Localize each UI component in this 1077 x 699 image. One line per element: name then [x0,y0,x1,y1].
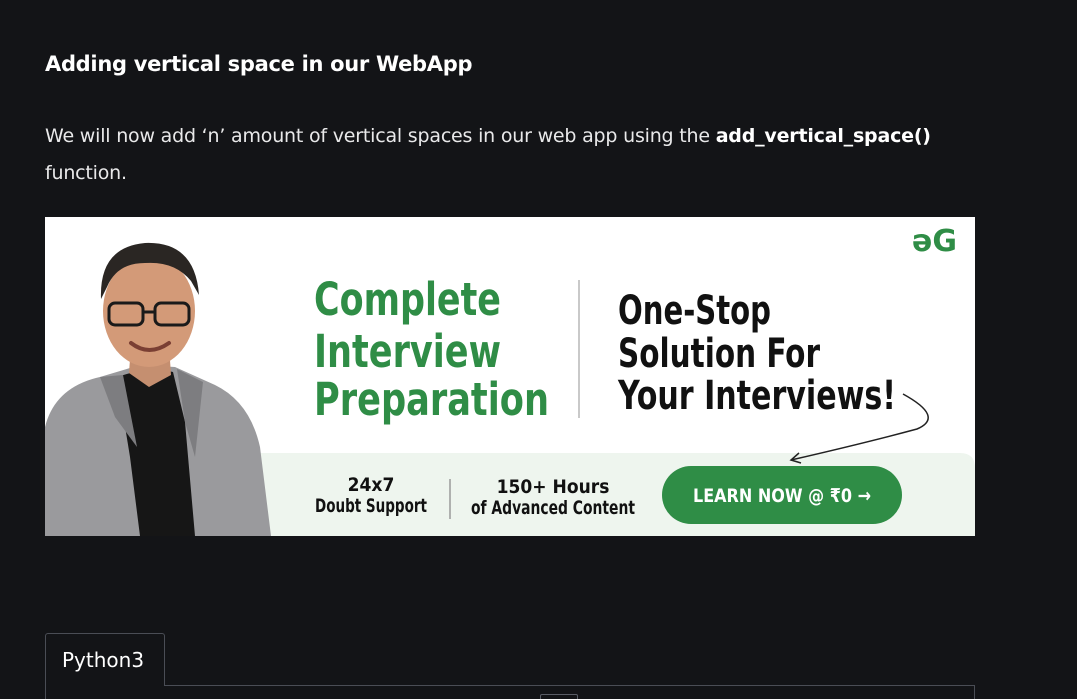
banner-tagline-line-1: One-Stop [618,288,771,334]
gfg-logo: əG [912,224,957,259]
banner-title-line-2: Interview [314,325,501,378]
feature-doubt-support-line-2: Doubt Support [315,495,427,517]
paragraph-text-after: function. [45,162,127,184]
paragraph-text-before: We will now add ‘n’ amount of vertical s… [45,125,716,147]
feature-hours-line-1: 150+ Hours [497,476,610,498]
course-ad-banner[interactable]: əG Complete Interview Preparation One-St… [45,217,975,536]
learn-now-button-label: LEARN NOW @ ₹0 → [693,485,871,507]
banner-tagline-line-3: Your Interviews! [617,373,896,419]
section-heading: Adding vertical space in our WebApp [45,52,473,76]
feature-doubt-support-line-1: 24x7 [348,474,395,496]
learn-now-button[interactable]: LEARN NOW @ ₹0 → [662,466,902,524]
inline-code-function: add_vertical_space() [715,125,931,147]
feature-hours-line-2: of Advanced Content [471,497,635,519]
tab-python3-label: Python3 [62,648,145,672]
banner-title-line-3: Preparation [314,373,549,426]
article-page: Adding vertical space in our WebApp We w… [0,0,1077,699]
banner-title-line-1: Complete [314,273,501,326]
code-editor-panel [45,685,975,699]
code-toolbar-control[interactable] [540,694,578,699]
banner-tagline-line-2: Solution For [618,331,820,377]
presenter-photo [45,242,271,536]
section-paragraph: We will now add ‘n’ amount of vertical s… [45,118,975,192]
